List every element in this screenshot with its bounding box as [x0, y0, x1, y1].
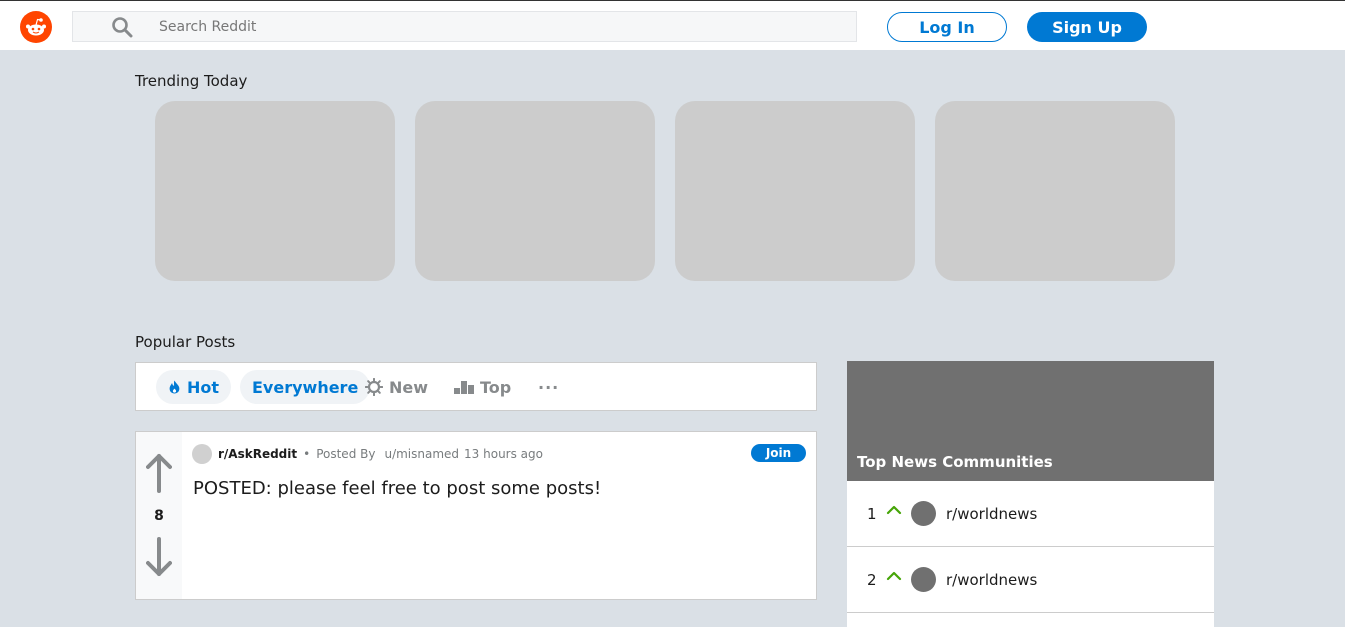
rank-up-icon — [886, 571, 902, 581]
trending-card[interactable] — [935, 101, 1175, 281]
trending-title: Trending Today — [135, 72, 248, 90]
login-button[interactable]: Log In — [887, 12, 1007, 42]
sort-everywhere-button[interactable]: Everywhere — [240, 370, 371, 404]
more-options-icon[interactable]: ··· — [538, 370, 559, 404]
top-navbar: Log In Sign Up — [0, 0, 1345, 50]
trending-card[interactable] — [155, 101, 395, 281]
post-timestamp: 13 hours ago — [464, 447, 543, 461]
more-options-label: ··· — [538, 377, 560, 397]
sort-top-label: Top — [480, 377, 512, 397]
search-icon — [112, 17, 133, 38]
downvote-arrow-icon[interactable] — [146, 536, 172, 578]
author-link[interactable]: u/misnamed — [384, 447, 459, 461]
community-name[interactable]: r/worldnews — [946, 571, 1037, 589]
sort-bar: Hot Everywhere New Top ··· — [135, 362, 817, 411]
reddit-logo-icon[interactable] — [20, 11, 52, 43]
flame-icon — [169, 380, 180, 394]
top-communities-card: Top News Communities 1 r/worldnews 2 r/w… — [847, 361, 1214, 627]
join-button[interactable]: Join — [751, 444, 806, 462]
community-rank: 2 — [867, 571, 877, 589]
sort-new-button[interactable]: New — [365, 370, 428, 404]
communities-header: Top News Communities — [847, 361, 1214, 481]
community-rank: 1 — [867, 505, 877, 523]
signup-button[interactable]: Sign Up — [1027, 12, 1147, 42]
vote-count: 8 — [154, 508, 164, 524]
trending-card[interactable] — [415, 101, 655, 281]
post-meta: r/AskReddit • Posted By u/misnamed 13 ho… — [192, 444, 543, 464]
post-card[interactable]: 8 r/AskReddit • Posted By u/misnamed 13 … — [135, 431, 817, 600]
community-avatar — [911, 567, 936, 592]
search-bar[interactable] — [72, 11, 857, 42]
sort-new-label: New — [389, 377, 429, 397]
subreddit-link[interactable]: r/AskReddit — [218, 447, 297, 461]
community-row[interactable]: 2 r/worldnews — [847, 547, 1214, 613]
community-avatar — [911, 501, 936, 526]
trending-card[interactable] — [675, 101, 915, 281]
sort-hot-label: Hot — [186, 377, 219, 397]
podium-icon — [454, 379, 474, 394]
sort-hot-button[interactable]: Hot — [156, 370, 231, 404]
post-title[interactable]: POSTED: please feel free to post some po… — [193, 478, 601, 499]
meta-separator: • — [303, 447, 311, 461]
rank-up-icon — [886, 505, 902, 515]
popular-posts-title: Popular Posts — [135, 333, 236, 351]
upvote-arrow-icon[interactable] — [146, 452, 172, 494]
sun-icon — [365, 378, 383, 396]
posted-by-label: Posted By — [316, 447, 376, 461]
subreddit-avatar[interactable] — [192, 444, 212, 464]
sort-everywhere-label: Everywhere — [252, 377, 359, 397]
search-input[interactable] — [159, 12, 839, 41]
communities-title: Top News Communities — [857, 453, 1053, 471]
sort-top-button[interactable]: Top — [454, 370, 511, 404]
community-name[interactable]: r/worldnews — [946, 505, 1037, 523]
vote-column: 8 — [136, 432, 182, 599]
community-row[interactable]: 1 r/worldnews — [847, 481, 1214, 547]
